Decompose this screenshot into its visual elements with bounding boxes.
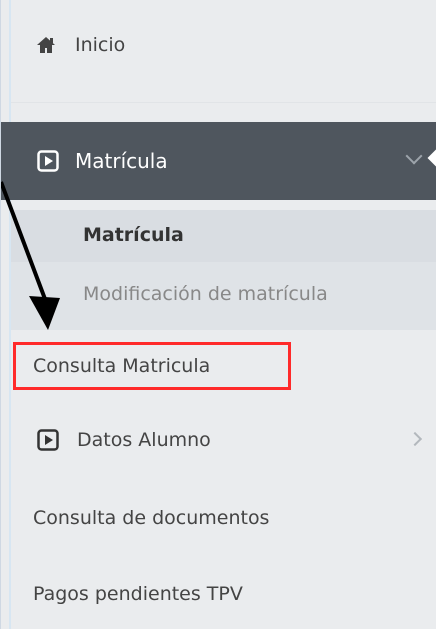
sidebar-item-label: Consulta Matricula <box>33 355 211 377</box>
play-square-icon <box>37 150 59 172</box>
sidebar-menu: Inicio Matrícula Matrícula Modificación … <box>0 0 436 629</box>
sidebar-item-datos-alumno[interactable]: Datos Alumno <box>1 414 436 466</box>
sidebar-item-consulta-matricula[interactable]: Consulta Matricula <box>1 340 436 392</box>
chevron-down-icon[interactable] <box>405 147 423 165</box>
sidebar-item-label: Consulta de documentos <box>33 507 270 529</box>
submenu-active-bg <box>11 210 436 262</box>
sidebar-item-label: Matrícula <box>75 149 168 173</box>
active-indicator <box>427 149 436 167</box>
matricula-submenu: Matrícula Modificación de matrícula <box>11 210 436 330</box>
sidebar-item-matricula[interactable]: Matrícula <box>1 122 436 200</box>
submenu-item-matricula[interactable]: Matrícula <box>83 224 184 246</box>
sidebar-item-pagos-pendientes-tpv[interactable]: Pagos pendientes TPV <box>1 568 436 620</box>
home-icon <box>35 35 57 55</box>
sidebar-item-label: Datos Alumno <box>77 429 211 451</box>
sidebar-item-label: Pagos pendientes TPV <box>33 583 243 605</box>
submenu-item-modificacion-matricula[interactable]: Modificación de matrícula <box>83 283 328 305</box>
sidebar-item-consulta-documentos[interactable]: Consulta de documentos <box>1 492 436 544</box>
sidebar-separator <box>11 102 436 103</box>
sidebar-item-inicio[interactable]: Inicio <box>1 20 436 70</box>
chevron-right-icon[interactable] <box>407 431 423 447</box>
play-square-icon <box>37 429 59 451</box>
sidebar-item-label: Inicio <box>75 34 126 56</box>
